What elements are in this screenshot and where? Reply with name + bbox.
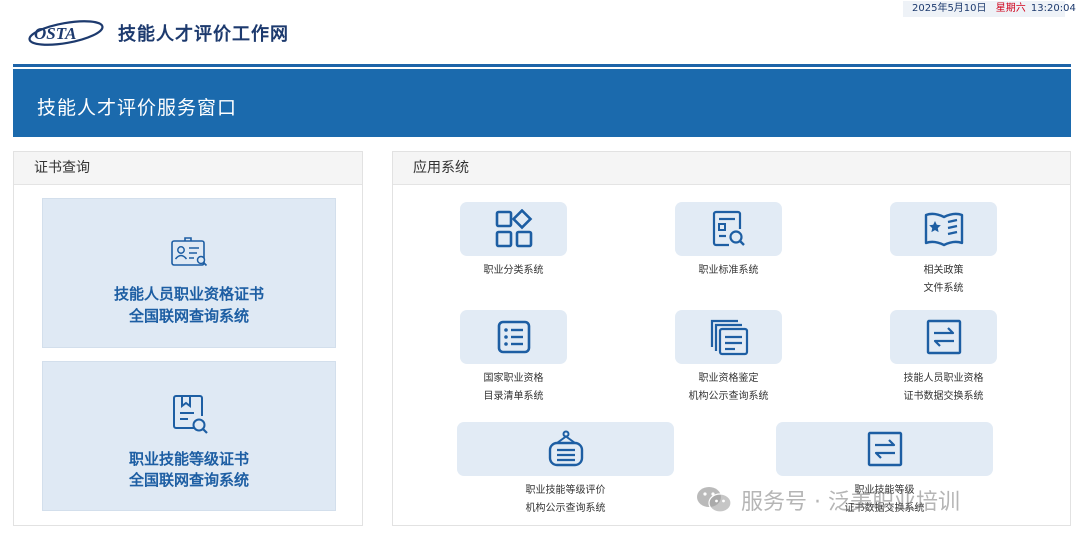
standard-search-icon <box>712 210 745 247</box>
policy-book-icon <box>924 212 963 247</box>
cert-card-title: 技能人员职业资格证书 <box>113 285 264 303</box>
osta-logo[interactable]: OSTA <box>26 18 106 48</box>
app-tile-related-policies[interactable] <box>890 202 997 256</box>
current-date: 2025年5月10日 <box>912 3 987 14</box>
app-tile-skill-level-data-exchange[interactable] <box>776 422 993 476</box>
list-icon <box>497 320 530 354</box>
certificate-id-icon <box>171 237 208 267</box>
stacked-docs-icon <box>710 319 748 356</box>
app-tile-appraisal-institutions[interactable] <box>675 310 782 364</box>
app-tile-qualification-catalog[interactable] <box>460 310 567 364</box>
cert-card-subtitle: 全国联网查询系统 <box>128 307 249 325</box>
current-time: 13:20:04 <box>1030 3 1076 14</box>
site-header: OSTA 技能人才评价工作网 2025年5月10日 星期六 13:20:04 <box>0 0 1080 62</box>
app-tile-occupation-classification[interactable] <box>460 202 567 256</box>
cert-panel-title: 证书查询 <box>14 152 362 185</box>
app-label: 职业技能等级 证书数据交换系统 <box>844 485 925 514</box>
service-banner: 技能人才评价服务窗口 <box>13 69 1071 137</box>
svg-text:OSTA: OSTA <box>34 24 77 43</box>
apps-panel-title: 应用系统 <box>393 152 1070 185</box>
cert-card-vocational-qualification[interactable]: 技能人员职业资格证书 全国联网查询系统 <box>42 198 336 348</box>
exchange-icon <box>926 319 961 355</box>
app-label: 职业技能等级评价 机构公示查询系统 <box>525 485 606 514</box>
cert-card-subtitle: 全国联网查询系统 <box>128 471 249 489</box>
app-label: 相关政策 文件系统 <box>923 265 964 294</box>
cert-card-title: 职业技能等级证书 <box>128 450 249 468</box>
institution-sign-icon <box>548 430 583 467</box>
app-label: 国家职业资格 目录清单系统 <box>483 373 544 402</box>
cert-card-skill-level[interactable]: 职业技能等级证书 全国联网查询系统 <box>42 361 336 511</box>
document-search-icon <box>173 395 208 434</box>
app-label: 职业分类系统 <box>483 265 544 276</box>
app-label: 职业标准系统 <box>698 265 759 276</box>
app-tile-skill-evaluation-institutions[interactable] <box>457 422 674 476</box>
app-tile-qualification-data-exchange[interactable] <box>890 310 997 364</box>
app-label: 技能人员职业资格 证书数据交换系统 <box>903 373 984 402</box>
exchange-icon <box>867 431 902 467</box>
apps-panel: 应用系统 职业分类系统 职业标准系统 相关政策 文件系统 国家职业资格 目录清单… <box>392 151 1071 526</box>
current-weekday: 星期六 <box>995 3 1026 14</box>
banner-title: 技能人才评价服务窗口 <box>37 97 238 119</box>
site-title: 技能人才评价工作网 <box>118 24 289 45</box>
header-divider <box>13 64 1071 67</box>
category-grid-icon <box>495 209 532 248</box>
app-label: 职业资格鉴定 机构公示查询系统 <box>688 373 769 402</box>
app-tile-occupation-standards[interactable] <box>675 202 782 256</box>
datetime-display: 2025年5月10日 星期六 13:20:04 <box>903 1 1076 17</box>
cert-query-panel: 证书查询 技能人员职业资格证书 全国联网查询系统 职业技能等级证书 全国联网查询… <box>13 151 363 526</box>
